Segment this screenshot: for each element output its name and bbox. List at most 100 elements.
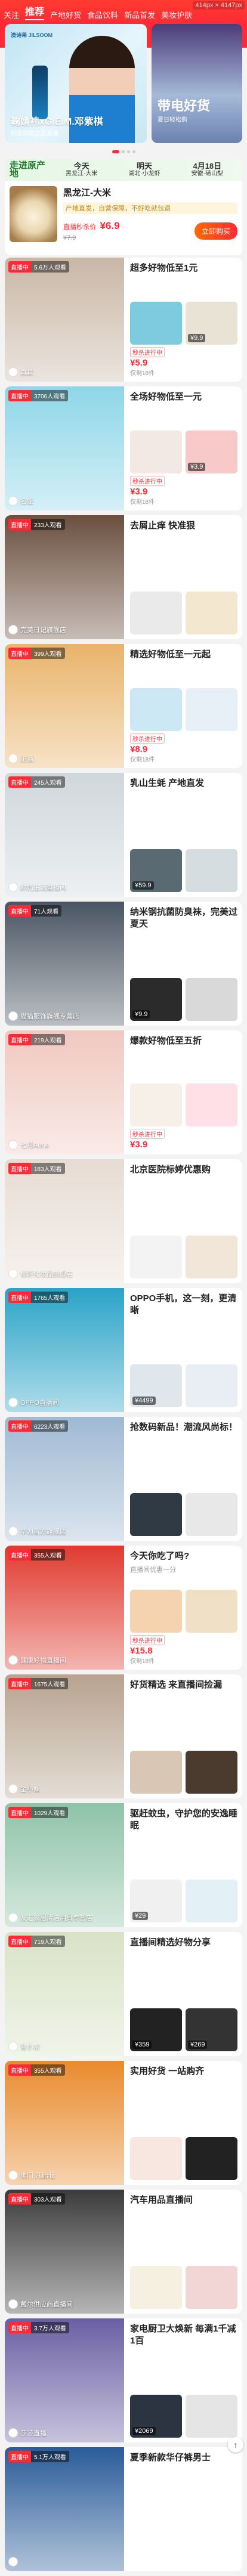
product-item[interactable]: ¥29 (130, 1880, 182, 1922)
live-card[interactable]: 直播中 5.6万人观看 真真 超多好物低至1元 秒杀进行中 ¥5.9 仅剩18件 ¥9.9 (5, 258, 242, 382)
host-info[interactable]: 真真 (8, 367, 33, 377)
product-item[interactable]: ¥9.9 (186, 302, 237, 377)
product-item[interactable]: ¥269 (186, 2008, 237, 2051)
host-info[interactable]: 健康好物直播间 (8, 1655, 66, 1665)
host-info[interactable]: 猫猫服饰旗舰专营店 (8, 1011, 79, 1021)
host-info[interactable]: 友汇家居清洁用具专营店 (8, 1913, 92, 1922)
product-item[interactable]: ¥9.9 (130, 978, 182, 1021)
product-image[interactable]: ¥269 (186, 2008, 237, 2051)
product-item[interactable] (186, 688, 237, 763)
side-banner[interactable]: 带电好货 夏日轻松购 (152, 24, 242, 143)
live-card[interactable]: 直播中 3706人观看 名媛 全场好物低至一元 秒杀进行中 ¥3.9 仅剩18件 ¥3.9 (5, 386, 242, 510)
product-image[interactable]: ¥2069 (130, 2395, 182, 2438)
product-item[interactable] (186, 1880, 237, 1922)
host-info[interactable]: 完美日记旗舰店 (8, 625, 66, 634)
product-item[interactable] (130, 1751, 182, 1794)
product-image[interactable] (130, 592, 182, 634)
host-info[interactable]: 曹小亲 (8, 2042, 40, 2051)
host-info[interactable]: 戴尔供应商直播间 (8, 2299, 73, 2309)
product-image[interactable]: ¥359 (130, 2008, 182, 2051)
live-cover-image[interactable]: 直播中 233人观看 完美日记旗舰店 (5, 515, 124, 639)
tab-beauty[interactable]: 美妆护肤 (161, 9, 192, 20)
product-image[interactable] (186, 978, 237, 1021)
product-item[interactable] (130, 2266, 182, 2309)
live-card[interactable]: 直播中 399人观看 主播 精选好物低至一元起 秒杀进行中 ¥8.9 仅剩18件 (5, 644, 242, 768)
product-image[interactable] (186, 1236, 237, 1278)
product-image[interactable] (186, 1751, 237, 1794)
live-card[interactable]: 直播中 233人观看 完美日记旗舰店 去屑止痒 快准狠 (5, 515, 242, 639)
host-info[interactable]: 金小妹 (8, 1784, 40, 1794)
product-image[interactable] (186, 688, 237, 731)
product-image[interactable] (130, 2137, 182, 2180)
product-image[interactable] (130, 302, 182, 345)
product-item[interactable]: ¥3.9 (186, 431, 237, 506)
live-cover-image[interactable]: 直播中 3706人观看 名媛 (5, 386, 124, 510)
host-info[interactable]: 鲜奶生活直播间 (8, 883, 66, 892)
live-card[interactable]: 直播中 5.1万人观看 夏季新款华仔裤男士 (5, 2447, 242, 2571)
live-card[interactable]: 直播中 1029人观看 友汇家居清洁用具专营店 驱赶蚊虫，守护您的安逸睡眠 ¥29 (5, 1803, 242, 1927)
origin-card[interactable]: 走进原产地 今天 黑龙江·大米 明天 湖北·小龙虾 4月18日 安徽·砀山梨 黑龙江-… (5, 159, 242, 255)
product-image[interactable] (186, 2395, 237, 2438)
product-item[interactable] (186, 2266, 237, 2309)
main-banner[interactable]: 澳诗茉 JILSOOM 鞠婧祎xG.E.M.邓紫棋 明星同款正品直播 (5, 24, 147, 143)
live-cover-image[interactable]: 直播中 219人观看 七月Anne (5, 1030, 124, 1154)
product-item[interactable] (130, 592, 182, 634)
tab-origin[interactable]: 产地好货 (50, 9, 81, 20)
product-image[interactable] (130, 1236, 182, 1278)
product-item[interactable] (186, 1590, 237, 1665)
host-info[interactable]: 华为官方旗舰店 (8, 1527, 66, 1536)
product-item[interactable]: ¥2069 (130, 2395, 182, 2438)
product-item[interactable] (186, 2137, 237, 2180)
origin-product-image[interactable] (10, 186, 57, 242)
live-cover-image[interactable]: 直播中 183人观看 标婷化妆品旗舰店 (5, 1159, 124, 1283)
live-cover-image[interactable]: 直播中 399人观看 主播 (5, 644, 124, 768)
live-card[interactable]: 直播中 355人观看 佛门 凡胎我 实用好货 一站购齐 (5, 2061, 242, 2185)
product-image[interactable]: ¥9.9 (130, 978, 182, 1021)
live-cover-image[interactable]: 直播中 719人观看 曹小亲 (5, 1932, 124, 2056)
product-image[interactable] (186, 1880, 237, 1922)
product-item[interactable]: ¥4499 (130, 1364, 182, 1407)
product-item[interactable] (186, 1493, 237, 1536)
product-image[interactable] (130, 431, 182, 473)
product-item[interactable]: 秒杀进行中 ¥5.9 仅剩18件 (130, 302, 182, 377)
product-item[interactable] (130, 2137, 182, 2180)
product-image[interactable] (130, 1493, 182, 1536)
live-cover-image[interactable]: 直播中 1765人观看 OPPO直播间 (5, 1288, 124, 1412)
origin-day-later[interactable]: 4月18日 安徽·砀山梨 (177, 162, 237, 178)
product-image[interactable]: ¥29 (130, 1880, 182, 1922)
tab-follow[interactable]: 关注 (4, 9, 19, 20)
tab-recommend[interactable]: 推荐 (25, 4, 45, 20)
live-cover-image[interactable]: 直播中 5.1万人观看 (5, 2447, 124, 2571)
product-item[interactable] (186, 1364, 237, 1407)
live-card[interactable]: 直播中 719人观看 曹小亲 直播间精选好物分享 ¥359 ¥269 (5, 1932, 242, 2056)
live-cover-image[interactable]: 直播中 355人观看 佛门 凡胎我 (5, 2061, 124, 2185)
live-card[interactable]: 直播中 183人观看 标婷化妆品旗舰店 北京医院标婷优惠购 (5, 1159, 242, 1283)
host-info[interactable]: OPPO直播间 (8, 1398, 59, 1407)
live-card[interactable]: 直播中 6223人观看 华为官方旗舰店 抢数码新品！潮流风尚标！ (5, 1417, 242, 1541)
live-cover-image[interactable]: 直播中 1029人观看 友汇家居清洁用具专营店 (5, 1803, 124, 1927)
host-info[interactable]: 标婷化妆品旗舰店 (8, 1269, 73, 1278)
live-card[interactable]: 直播中 245人观看 鲜奶生活直播间 乳山生蚝 产地直发 ¥59.9 (5, 773, 242, 897)
product-image[interactable]: ¥3.9 (186, 431, 237, 473)
product-image[interactable] (130, 1083, 182, 1126)
live-card[interactable]: 直播中 219人观看 七月Anne 爆款好物低至五折 秒杀进行中 ¥3.9 (5, 1030, 242, 1154)
product-image[interactable] (186, 1590, 237, 1633)
product-image[interactable]: ¥4499 (130, 1364, 182, 1407)
host-info[interactable]: 名媛 (8, 496, 33, 506)
live-card[interactable]: 直播中 303人观看 戴尔供应商直播间 汽车用品直播间 (5, 2190, 242, 2314)
product-item[interactable] (130, 1236, 182, 1278)
product-image[interactable] (186, 1364, 237, 1407)
live-cover-image[interactable]: 直播中 3.7万人观看 莎莎直播 (5, 2318, 124, 2442)
live-cover-image[interactable]: 直播中 303人观看 戴尔供应商直播间 (5, 2190, 124, 2314)
product-item[interactable] (186, 1751, 237, 1794)
product-item[interactable]: ¥359 (130, 2008, 182, 2051)
host-info[interactable]: 七月Anne (8, 1140, 49, 1150)
host-info[interactable]: 莎莎直播 (8, 2428, 47, 2438)
product-image[interactable]: ¥59.9 (130, 849, 182, 892)
product-image[interactable] (186, 592, 237, 634)
buy-now-button[interactable]: 立即购买 (194, 222, 237, 240)
live-cover-image[interactable]: 直播中 5.6万人观看 真真 (5, 258, 124, 382)
live-card[interactable]: 直播中 3.7万人观看 莎莎直播 家电厨卫大焕新 每满1千减1百 ¥2069 (5, 2318, 242, 2442)
product-item[interactable] (130, 1493, 182, 1536)
live-card[interactable]: 直播中 1765人观看 OPPO直播间 OPPO手机，这一刻，更清晰 ¥4499 (5, 1288, 242, 1412)
